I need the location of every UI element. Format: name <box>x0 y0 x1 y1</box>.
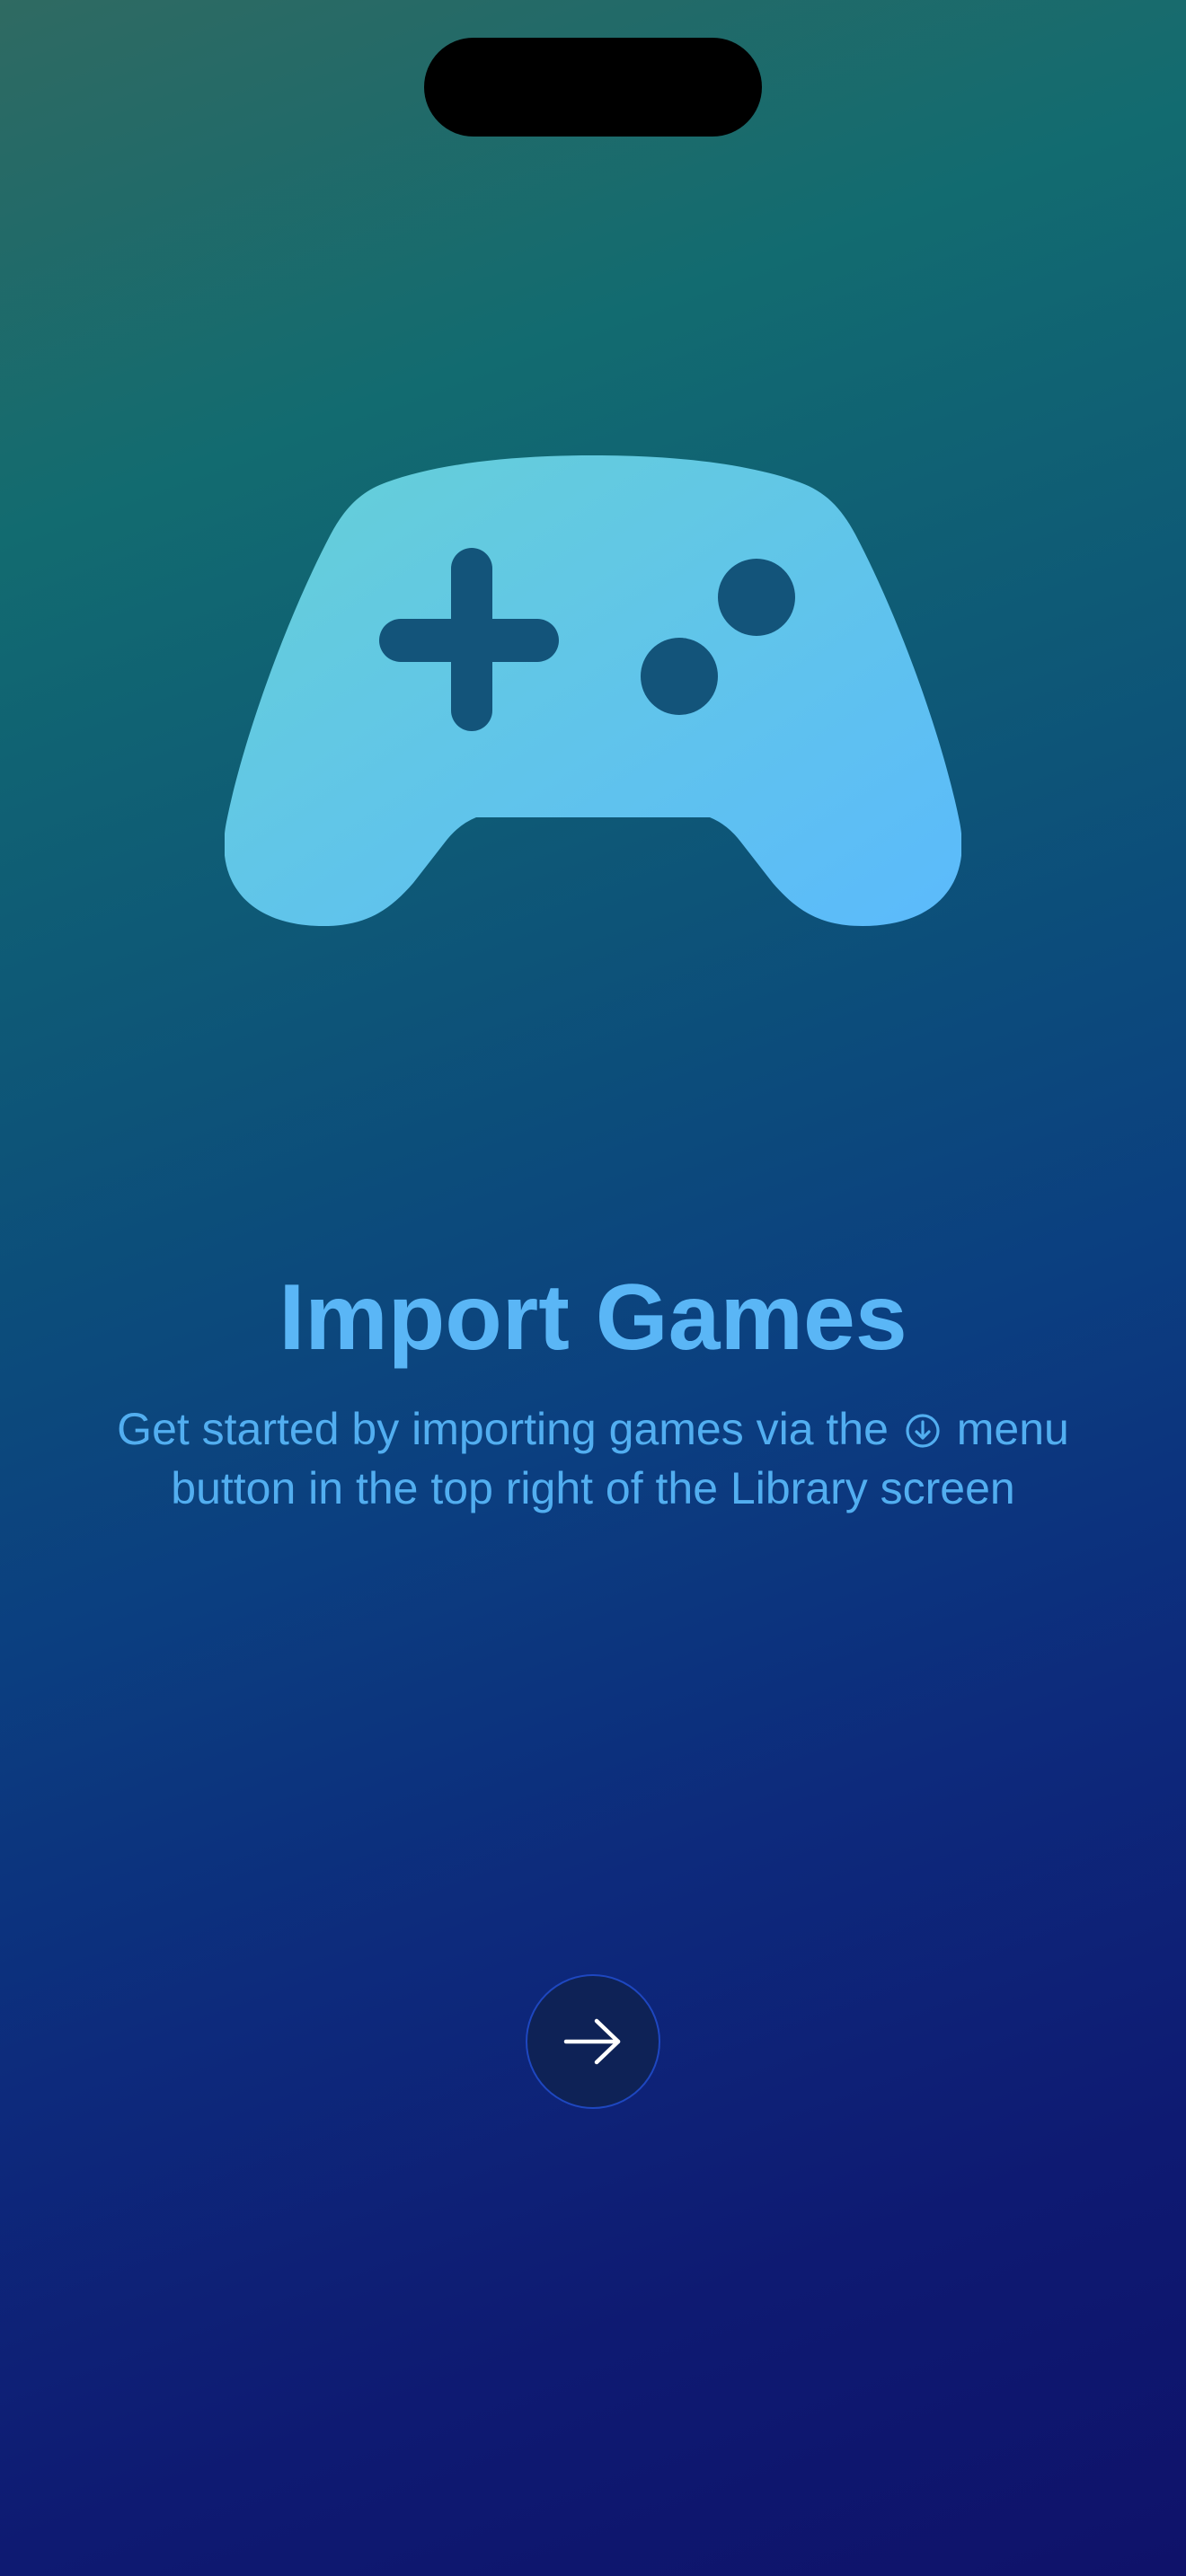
dynamic-island <box>424 38 762 137</box>
arrow-right-icon <box>563 2018 621 2065</box>
game-controller-icon <box>225 454 961 926</box>
page-title: Import Games <box>279 1266 907 1370</box>
onboarding-description: Get started by importing games via the m… <box>90 1399 1096 1518</box>
description-text-start: Get started by importing games via the <box>117 1404 889 1454</box>
arrow-down-circle-icon <box>905 1404 941 1448</box>
next-button[interactable] <box>526 1974 660 2109</box>
